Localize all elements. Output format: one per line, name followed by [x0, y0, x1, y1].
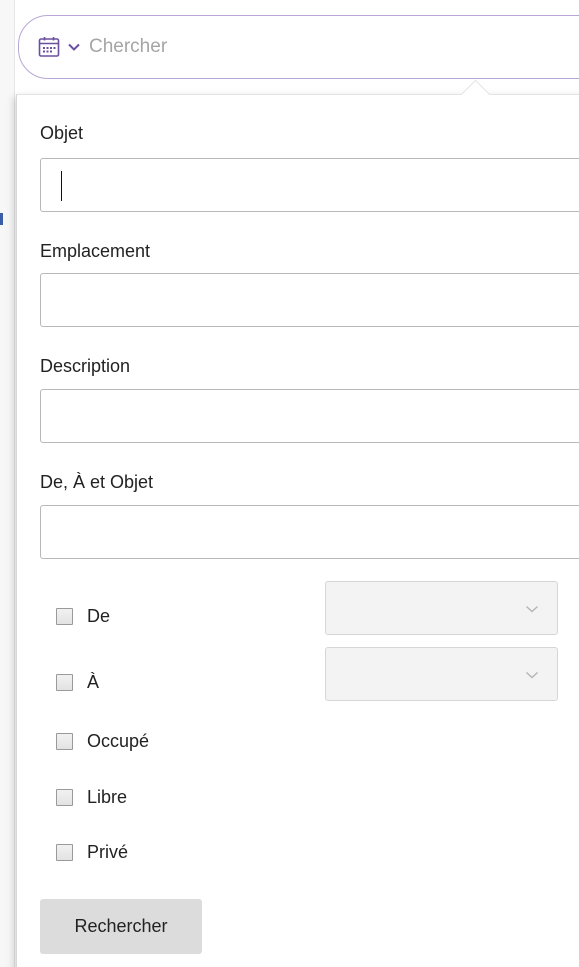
- chevron-down-icon: [526, 605, 538, 613]
- to-checkbox[interactable]: [56, 674, 73, 691]
- free-filter-row[interactable]: Libre: [56, 787, 127, 808]
- free-checkbox[interactable]: [56, 789, 73, 806]
- location-label: Emplacement: [40, 241, 151, 261]
- search-input[interactable]: [89, 29, 509, 65]
- free-checkbox-label: Libre: [87, 787, 128, 807]
- calendar-icon: [38, 37, 60, 57]
- from-checkbox[interactable]: [56, 608, 73, 625]
- location-input[interactable]: [40, 273, 579, 327]
- from-filter-row[interactable]: De: [56, 606, 110, 627]
- search-bar: [18, 15, 579, 79]
- busy-checkbox-label: Occupé: [87, 731, 150, 751]
- description-input[interactable]: [40, 389, 579, 443]
- busy-checkbox[interactable]: [56, 733, 73, 750]
- chevron-down-icon: [68, 43, 80, 51]
- to-filter-row[interactable]: À: [56, 672, 99, 693]
- to-checkbox-label: À: [87, 672, 100, 692]
- search-scope-button[interactable]: [37, 27, 81, 67]
- busy-filter-row[interactable]: Occupé: [56, 731, 149, 752]
- description-label: Description: [40, 356, 131, 376]
- text-cursor: [61, 171, 62, 201]
- private-checkbox[interactable]: [56, 844, 73, 861]
- from-to-subject-label: De, À et Objet: [40, 472, 154, 492]
- background-app-marker: [0, 213, 3, 225]
- background-app-edge: [0, 0, 15, 967]
- from-to-subject-input[interactable]: [40, 505, 579, 559]
- subject-label: Objet: [40, 123, 84, 143]
- chevron-down-icon: [526, 671, 538, 679]
- subject-input[interactable]: [40, 158, 579, 212]
- to-date-select[interactable]: [325, 647, 558, 701]
- from-date-select[interactable]: [325, 581, 558, 635]
- from-checkbox-label: De: [87, 606, 111, 626]
- private-checkbox-label: Privé: [87, 842, 129, 862]
- search-page: Objet Emplacement Description De, À et O…: [0, 0, 579, 967]
- private-filter-row[interactable]: Privé: [56, 842, 128, 863]
- search-submit-button[interactable]: Rechercher: [40, 899, 202, 954]
